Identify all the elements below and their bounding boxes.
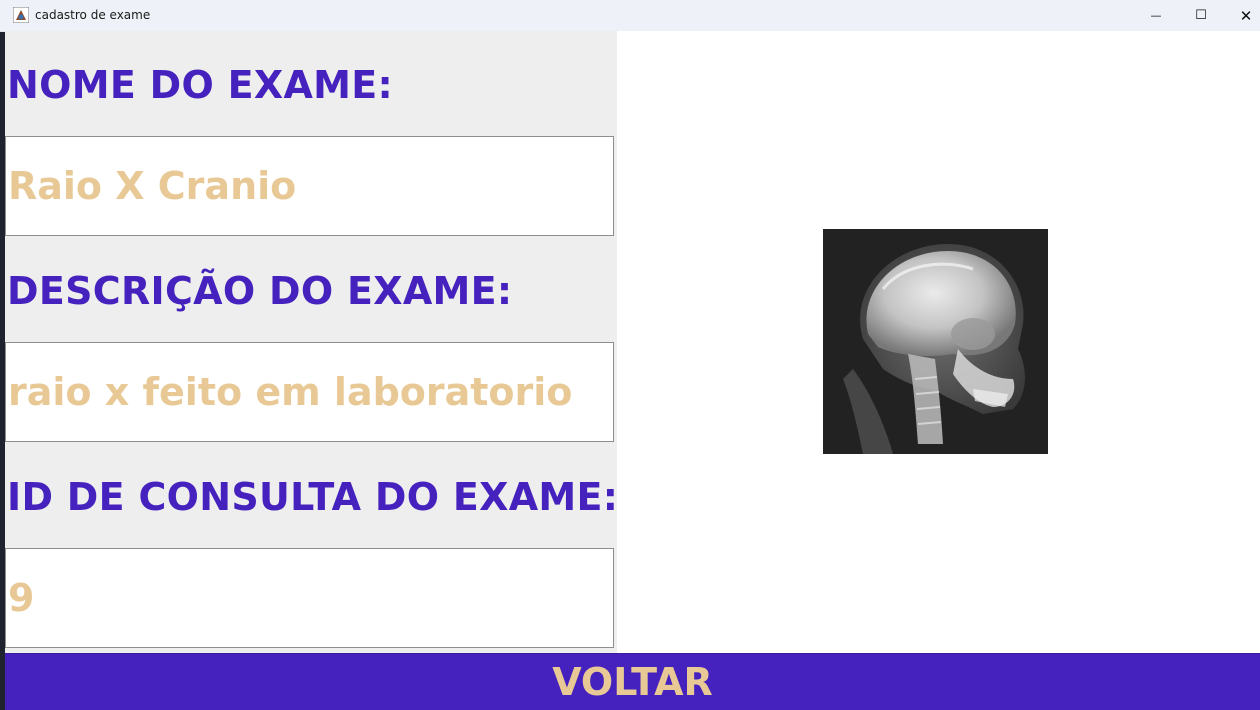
exam-name-value: Raio X Cranio (8, 164, 297, 208)
skull-xray-image (823, 229, 1048, 454)
exam-name-label: NOME DO EXAME: (7, 63, 394, 107)
java-app-icon (13, 7, 29, 23)
exam-name-field[interactable]: Raio X Cranio (5, 136, 614, 236)
exam-description-field[interactable]: raio x feito em laboratorio (5, 342, 614, 442)
maximize-icon: ☐ (1195, 8, 1207, 23)
window-content: NOME DO EXAME: Raio X Cranio DESCRIÇÃO D… (5, 31, 1260, 710)
consulta-id-label: ID DE CONSULTA DO EXAME: (7, 475, 619, 519)
close-button[interactable]: ✕ (1223, 0, 1260, 31)
back-button-label: VOLTAR (552, 660, 713, 704)
consulta-id-field[interactable]: 9 (5, 548, 614, 648)
title-bar: cadastro de exame — ☐ ✕ (0, 0, 1260, 32)
exam-description-value: raio x feito em laboratorio (8, 370, 573, 414)
maximize-button[interactable]: ☐ (1178, 0, 1224, 31)
back-button[interactable]: VOLTAR (5, 653, 1260, 710)
exam-form-panel: NOME DO EXAME: Raio X Cranio DESCRIÇÃO D… (5, 31, 618, 653)
minimize-icon: — (1150, 9, 1162, 22)
window-title: cadastro de exame (35, 8, 151, 22)
consulta-id-value: 9 (8, 576, 35, 620)
close-icon: ✕ (1239, 6, 1253, 25)
minimize-button[interactable]: — (1133, 0, 1179, 31)
exam-description-label: DESCRIÇÃO DO EXAME: (7, 269, 513, 313)
